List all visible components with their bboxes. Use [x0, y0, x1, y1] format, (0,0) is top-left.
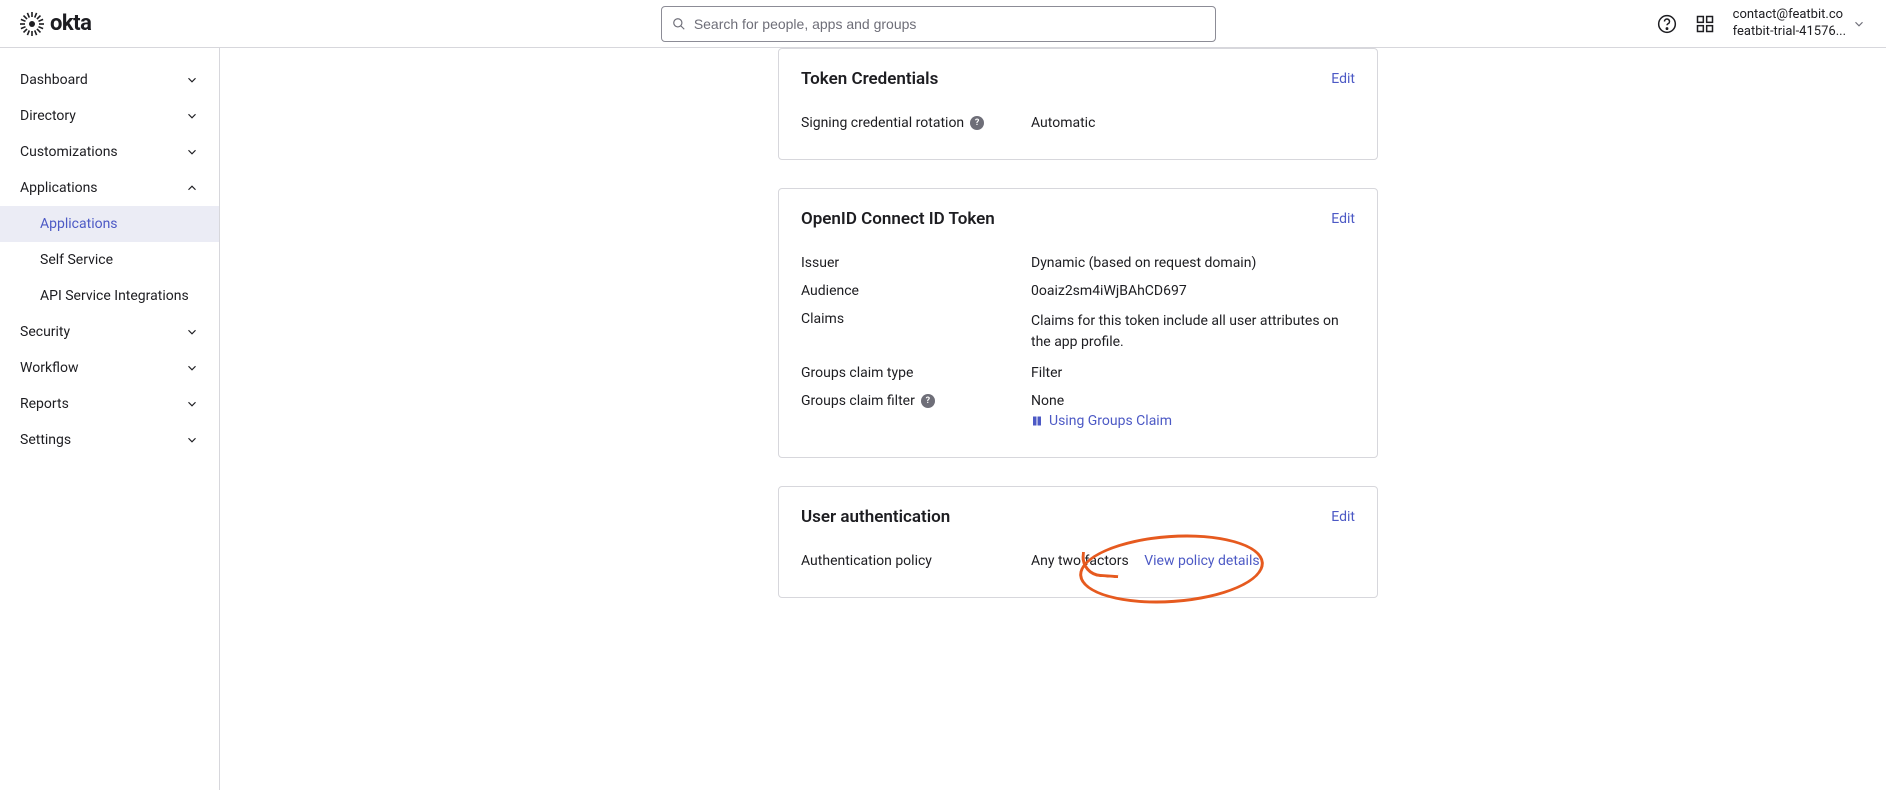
chevron-up-icon: [185, 181, 199, 195]
row-label: Audience: [801, 283, 859, 299]
chevron-down-icon: [1852, 17, 1866, 31]
sidebar-item-label: Customizations: [20, 144, 118, 160]
help-tooltip-icon[interactable]: ?: [970, 116, 984, 130]
view-policy-details-link[interactable]: View policy details: [1144, 553, 1259, 569]
search-icon: [672, 17, 686, 31]
search-input[interactable]: [694, 16, 1205, 32]
sidebar-item-label: Security: [20, 324, 70, 340]
sidebar-item-settings[interactable]: Settings: [0, 422, 219, 458]
card-token-credentials: Token Credentials Edit Signing credentia…: [778, 48, 1378, 160]
sidebar-item-customizations[interactable]: Customizations: [0, 134, 219, 170]
row-value: Dynamic (based on request domain): [1031, 255, 1355, 271]
row-authentication-policy: Authentication policy Any two factors Vi…: [801, 547, 1355, 575]
search-box[interactable]: [661, 6, 1216, 42]
topbar: okta contact@featbit.co featbit-trial-41…: [0, 0, 1886, 48]
help-icon[interactable]: [1657, 14, 1677, 34]
row-value: Automatic: [1031, 115, 1355, 131]
main-content: Token Credentials Edit Signing credentia…: [220, 48, 1886, 790]
apps-grid-icon[interactable]: [1695, 14, 1715, 34]
card-title: Token Credentials: [801, 69, 938, 89]
row-signing-credential-rotation: Signing credential rotation ? Automatic: [801, 109, 1355, 137]
brand-text: okta: [50, 11, 91, 36]
sidebar-sub-label: Self Service: [40, 252, 113, 268]
row-label: Signing credential rotation: [801, 115, 964, 131]
book-icon: [1031, 415, 1043, 427]
chevron-down-icon: [185, 73, 199, 87]
logo[interactable]: okta: [20, 11, 220, 36]
sidebar-sub-applications[interactable]: Applications: [0, 206, 219, 242]
sidebar-item-workflow[interactable]: Workflow: [0, 350, 219, 386]
card-user-authentication: User authentication Edit Authentication …: [778, 486, 1378, 598]
account-org: featbit-trial-41576...: [1733, 24, 1846, 41]
row-label: Issuer: [801, 255, 839, 271]
card-openid-token: OpenID Connect ID Token Edit Issuer Dyna…: [778, 188, 1378, 458]
sidebar-item-label: Settings: [20, 432, 71, 448]
sidebar-item-label: Applications: [20, 180, 98, 196]
sidebar-item-directory[interactable]: Directory: [0, 98, 219, 134]
row-value: 0oaiz2sm4iWjBAhCD697: [1031, 283, 1355, 299]
row-value: Claims for this token include all user a…: [1031, 311, 1355, 353]
account-menu[interactable]: contact@featbit.co featbit-trial-41576..…: [1733, 7, 1866, 41]
chevron-down-icon: [185, 433, 199, 447]
sidebar-item-label: Directory: [20, 108, 76, 124]
sidebar-sub-label: API Service Integrations: [40, 288, 189, 304]
row-audience: Audience 0oaiz2sm4iWjBAhCD697: [801, 277, 1355, 305]
row-value: Filter: [1031, 365, 1355, 381]
sidebar-item-label: Dashboard: [20, 72, 88, 88]
row-groups-claim-type: Groups claim type Filter: [801, 359, 1355, 387]
row-value: Any two factors: [1031, 553, 1129, 569]
sidebar-item-label: Reports: [20, 396, 69, 412]
row-label: Groups claim type: [801, 365, 913, 381]
row-label: Authentication policy: [801, 553, 932, 569]
okta-burst-icon: [20, 12, 44, 36]
sidebar: Dashboard Directory Customizations Appli…: [0, 48, 220, 790]
sidebar-sub-api-service-integrations[interactable]: API Service Integrations: [0, 278, 219, 314]
chevron-down-icon: [185, 145, 199, 159]
sidebar-item-reports[interactable]: Reports: [0, 386, 219, 422]
row-value: None: [1031, 393, 1355, 409]
chevron-down-icon: [185, 397, 199, 411]
sidebar-item-dashboard[interactable]: Dashboard: [0, 62, 219, 98]
row-issuer: Issuer Dynamic (based on request domain): [801, 249, 1355, 277]
edit-link[interactable]: Edit: [1331, 71, 1355, 87]
sidebar-sub-label: Applications: [40, 216, 118, 232]
sidebar-sub-self-service[interactable]: Self Service: [0, 242, 219, 278]
sidebar-item-applications[interactable]: Applications: [0, 170, 219, 206]
edit-link[interactable]: Edit: [1331, 211, 1355, 227]
chevron-down-icon: [185, 361, 199, 375]
chevron-down-icon: [185, 325, 199, 339]
row-groups-claim-filter: Groups claim filter ? None Using Groups …: [801, 387, 1355, 435]
sidebar-item-security[interactable]: Security: [0, 314, 219, 350]
using-groups-claim-link[interactable]: Using Groups Claim: [1049, 413, 1172, 429]
card-title: OpenID Connect ID Token: [801, 209, 995, 229]
edit-link[interactable]: Edit: [1331, 509, 1355, 525]
row-label: Claims: [801, 311, 844, 327]
card-title: User authentication: [801, 507, 950, 527]
sidebar-item-label: Workflow: [20, 360, 79, 376]
row-claims: Claims Claims for this token include all…: [801, 305, 1355, 359]
account-email: contact@featbit.co: [1733, 7, 1846, 24]
row-label: Groups claim filter: [801, 393, 915, 409]
help-tooltip-icon[interactable]: ?: [921, 394, 935, 408]
chevron-down-icon: [185, 109, 199, 123]
